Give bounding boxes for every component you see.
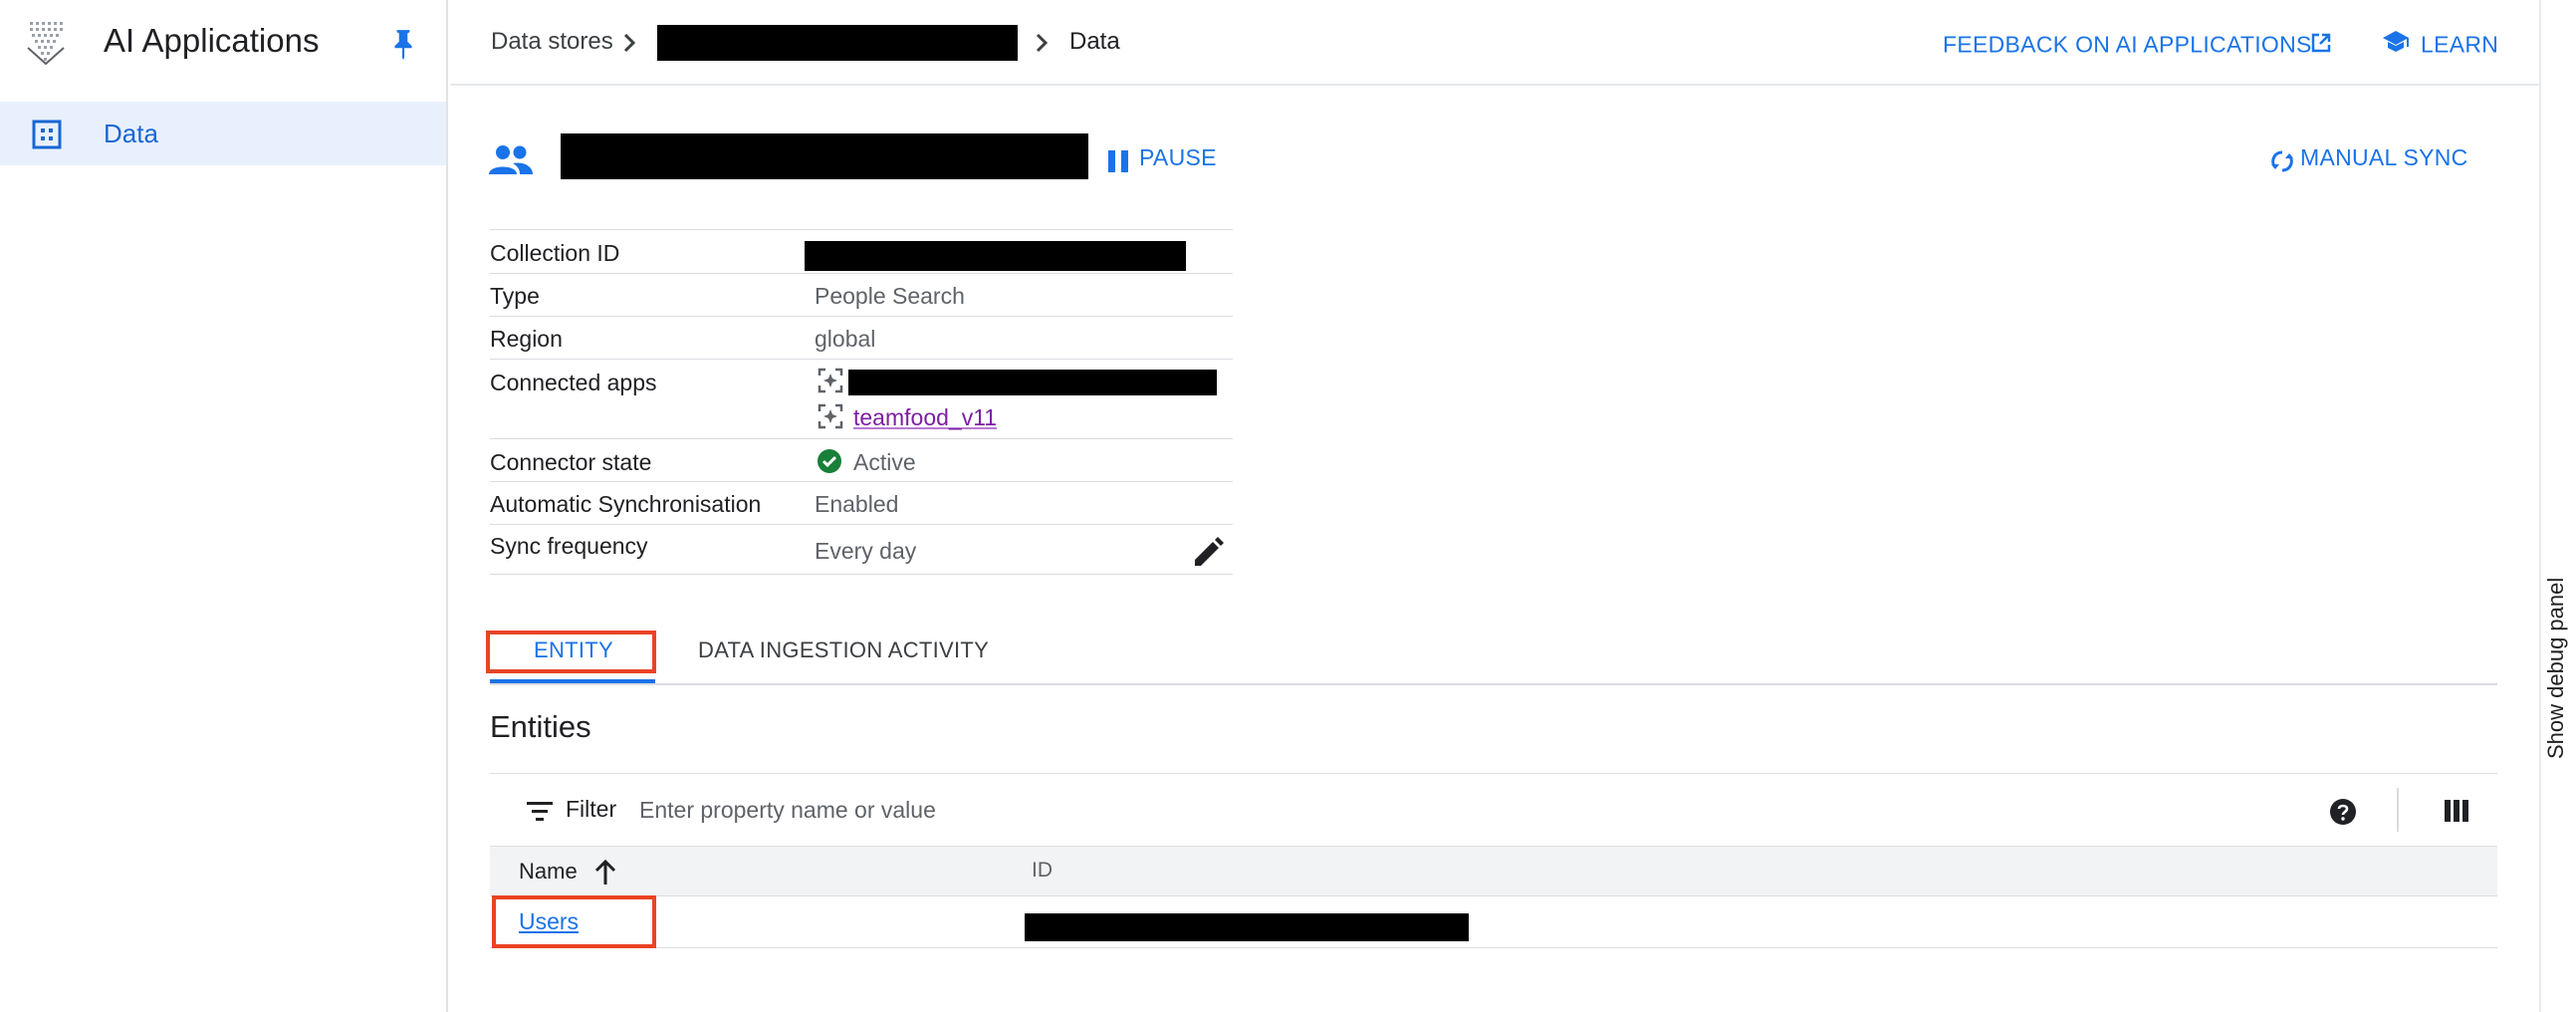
detail-value: Every day <box>815 538 917 564</box>
column-header-id[interactable]: ID <box>1032 859 1053 883</box>
breadcrumb-data-stores[interactable]: Data stores <box>491 28 613 56</box>
detail-row-sync-frequency: Sync frequency Every day <box>490 525 1233 575</box>
school-icon <box>2383 31 2409 52</box>
tab-data-ingestion-activity[interactable]: DATA INGESTION ACTIVITY <box>698 637 989 663</box>
detail-value: global <box>815 326 876 352</box>
open-in-new-icon <box>2311 33 2331 53</box>
toolbar-divider <box>2397 788 2399 832</box>
app-icon <box>818 403 843 429</box>
detail-label: Connected apps <box>490 370 657 395</box>
redacted-collection-id <box>805 241 1186 271</box>
detail-value: Enabled <box>815 491 899 517</box>
connector-state-value: Active <box>853 449 916 475</box>
debug-panel-strip <box>2539 0 2576 1012</box>
column-display-icon[interactable] <box>2444 798 2469 824</box>
pin-icon[interactable] <box>390 28 416 60</box>
detail-row-connector-state: Connector state Active <box>490 439 1233 482</box>
chevron-right-icon <box>1036 33 1049 53</box>
app-header: AI Applications <box>0 0 448 86</box>
sidebar-item-label: Data <box>104 119 158 148</box>
column-header-name[interactable]: Name <box>519 859 578 885</box>
section-title: Entities <box>490 709 591 744</box>
sidebar: AI Applications Data <box>0 0 448 1012</box>
manual-sync-button[interactable]: MANUAL SYNC <box>2300 144 2468 171</box>
redacted-app-name[interactable] <box>848 370 1217 395</box>
redacted-datastore-title <box>561 133 1088 179</box>
highlight-annotation <box>492 895 656 948</box>
edit-icon[interactable] <box>1191 534 1227 570</box>
redacted-entity-id <box>1025 913 1469 941</box>
filter-icon <box>527 802 553 821</box>
check-circle-icon <box>818 449 841 473</box>
arrow-up-icon[interactable] <box>593 859 617 886</box>
detail-label: Type <box>490 283 540 309</box>
learn-link-label: LEARN <box>2421 31 2499 58</box>
app-title: AI Applications <box>104 22 320 59</box>
detail-row-connected-apps: Connected apps teamfood_v11 <box>490 360 1233 439</box>
filter-bar: Filter <box>490 773 2497 847</box>
learn-link[interactable]: LEARN <box>2421 30 2498 58</box>
grid-icon <box>32 120 62 149</box>
help-icon[interactable] <box>2329 798 2357 826</box>
detail-label: Region <box>490 326 563 352</box>
table-header: Name ID <box>490 847 2497 896</box>
show-debug-panel-toggle[interactable]: Show debug panel <box>2543 578 2569 759</box>
ai-applications-logo-icon <box>27 22 65 66</box>
highlight-annotation <box>486 631 656 673</box>
detail-label: Automatic Synchronisation <box>490 491 762 517</box>
feedback-link[interactable]: FEEDBACK ON AI APPLICATIONS <box>1943 30 2312 58</box>
app-icon <box>818 368 843 393</box>
pause-icon <box>1108 150 1128 172</box>
chevron-right-icon <box>623 33 636 53</box>
pause-button[interactable]: PAUSE <box>1139 144 1217 171</box>
active-tab-indicator <box>490 679 655 683</box>
connected-app-link[interactable]: teamfood_v11 <box>853 404 997 431</box>
detail-row-type: Type People Search <box>490 274 1233 317</box>
redacted-datastore-name[interactable] <box>657 25 1018 61</box>
filter-input[interactable] <box>639 788 1735 832</box>
sidebar-item-data[interactable]: Data <box>0 102 446 165</box>
detail-row-collection-id: Collection ID <box>490 229 1233 274</box>
breadcrumb-current: Data <box>1069 28 1120 55</box>
detail-label: Connector state <box>490 449 652 475</box>
people-icon <box>489 145 533 174</box>
detail-label: Sync frequency <box>490 533 648 559</box>
feedback-link-label: FEEDBACK ON AI APPLICATIONS <box>1943 31 2312 58</box>
table-row: Users <box>490 896 2497 948</box>
tab-bar: ENTITY DATA INGESTION ACTIVITY <box>490 626 2497 685</box>
filter-label: Filter <box>566 796 617 822</box>
detail-value: People Search <box>815 283 965 309</box>
detail-row-region: Region global <box>490 317 1233 360</box>
detail-label: Collection ID <box>490 240 620 266</box>
detail-row-auto-sync: Automatic Synchronisation Enabled <box>490 482 1233 525</box>
sync-icon <box>2271 150 2293 172</box>
